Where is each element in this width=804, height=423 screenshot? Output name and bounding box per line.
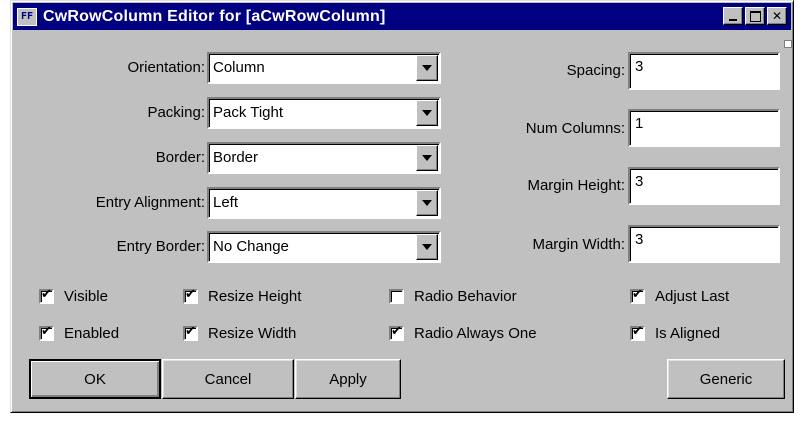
resize-grip[interactable] <box>784 40 792 48</box>
enabled-label: Enabled <box>64 324 120 342</box>
entry-alignment-select[interactable]: Left <box>207 187 441 219</box>
spacing-field[interactable]: 3 <box>628 52 780 90</box>
checkbox-checked-icon[interactable] <box>183 324 198 341</box>
dropdown-arrow-icon[interactable] <box>416 145 438 171</box>
checkbox-checked-icon[interactable] <box>39 324 54 341</box>
packing-label: Packing: <box>147 104 205 121</box>
margin-width-field[interactable]: 3 <box>628 225 780 263</box>
visible-label: Visible <box>64 287 108 305</box>
ok-button[interactable]: OK <box>29 359 161 399</box>
radio-always-one-checkbox[interactable]: Radio Always One <box>389 322 537 344</box>
checkbox-checked-icon[interactable] <box>389 324 404 341</box>
editor-window: FF CwRowColumn Editor for [aCwRowColumn]… <box>10 0 794 413</box>
entry-border-select[interactable]: No Change <box>207 231 441 263</box>
border-label: Border: <box>155 149 205 166</box>
dropdown-arrow-icon[interactable] <box>416 55 438 81</box>
num-columns-field[interactable]: 1 <box>628 109 780 147</box>
orientation-label: Orientation: <box>127 59 205 76</box>
entry-border-value: No Change <box>213 238 289 255</box>
margin-width-label: Margin Width: <box>532 236 625 253</box>
packing-select[interactable]: Pack Tight <box>207 97 441 129</box>
entry-alignment-label: Entry Alignment: <box>95 194 205 211</box>
dropdown-arrow-icon[interactable] <box>416 100 438 126</box>
entry-border-label: Entry Border: <box>116 238 205 255</box>
margin-height-value: 3 <box>635 173 644 190</box>
dropdown-arrow-icon[interactable] <box>416 190 438 216</box>
enabled-checkbox[interactable]: Enabled <box>39 322 119 344</box>
entry-alignment-value: Left <box>213 194 239 211</box>
num-columns-value: 1 <box>635 115 644 132</box>
resize-width-checkbox[interactable]: Resize Width <box>183 322 296 344</box>
apply-button[interactable]: Apply <box>295 359 401 399</box>
margin-height-field[interactable]: 3 <box>628 167 780 205</box>
margin-width-value: 3 <box>635 231 644 248</box>
spacing-label: Spacing: <box>566 62 625 79</box>
maximize-icon[interactable] <box>745 7 765 25</box>
generic-button[interactable]: Generic <box>667 359 785 399</box>
radio-behavior-checkbox[interactable]: Radio Behavior <box>389 285 517 307</box>
margin-height-label: Margin Height: <box>527 177 625 194</box>
minimize-icon[interactable] <box>723 7 743 25</box>
is-aligned-checkbox[interactable]: Is Aligned <box>630 322 720 344</box>
radio-always-one-label: Radio Always One <box>414 324 537 342</box>
adjust-last-label: Adjust Last <box>655 287 730 305</box>
dropdown-arrow-icon[interactable] <box>416 234 438 260</box>
adjust-last-checkbox[interactable]: Adjust Last <box>630 285 729 307</box>
close-icon[interactable]: ✕ <box>767 7 787 25</box>
orientation-select[interactable]: Column <box>207 52 441 84</box>
checkbox-unchecked-icon[interactable] <box>389 288 404 304</box>
orientation-value: Column <box>213 59 265 76</box>
num-columns-label: Num Columns: <box>525 120 625 137</box>
spacing-value: 3 <box>635 58 644 75</box>
border-select[interactable]: Border <box>207 142 441 174</box>
checkbox-checked-icon[interactable] <box>630 324 645 341</box>
resize-height-checkbox[interactable]: Resize Height <box>183 285 301 307</box>
resize-width-label: Resize Width <box>208 324 297 342</box>
radio-behavior-label: Radio Behavior <box>414 287 517 305</box>
packing-value: Pack Tight <box>213 104 284 121</box>
visible-checkbox[interactable]: Visible <box>39 285 108 307</box>
app-icon[interactable]: FF <box>17 7 37 26</box>
checkbox-checked-icon[interactable] <box>183 287 198 304</box>
checkbox-checked-icon[interactable] <box>630 287 645 304</box>
cancel-button[interactable]: Cancel <box>162 359 294 399</box>
title-bar[interactable]: FF CwRowColumn Editor for [aCwRowColumn]… <box>13 3 791 30</box>
checkbox-checked-icon[interactable] <box>39 287 54 304</box>
window-title: CwRowColumn Editor for [aCwRowColumn] <box>43 7 386 25</box>
resize-height-label: Resize Height <box>208 287 302 305</box>
is-aligned-label: Is Aligned <box>655 324 721 342</box>
border-value: Border <box>213 149 259 166</box>
